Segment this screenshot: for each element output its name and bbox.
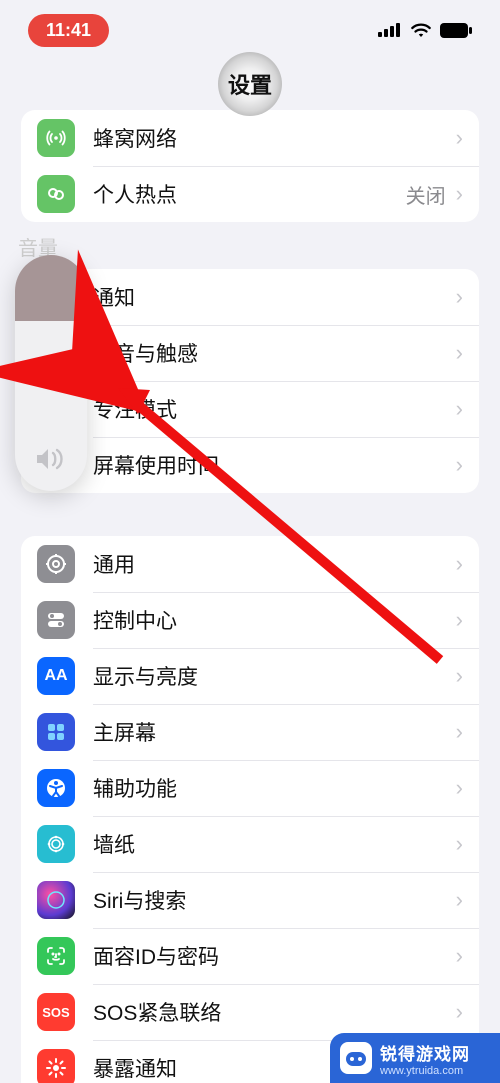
watermark-url: www.ytruida.com bbox=[380, 1065, 470, 1077]
volume-hud[interactable] bbox=[15, 255, 87, 491]
wifi-icon bbox=[410, 22, 432, 38]
chevron-right-icon: › bbox=[456, 452, 463, 478]
status-icons bbox=[378, 22, 472, 38]
row-sos[interactable]: SOS SOS紧急联络 › bbox=[21, 984, 479, 1040]
cellular-icon bbox=[37, 119, 75, 157]
row-screentime[interactable]: 屏幕使用时间 › bbox=[21, 437, 479, 493]
chevron-right-icon: › bbox=[456, 181, 463, 207]
chevron-right-icon: › bbox=[456, 284, 463, 310]
chevron-right-icon: › bbox=[456, 831, 463, 857]
battery-icon bbox=[440, 23, 472, 38]
row-cellular[interactable]: 蜂窝网络 › bbox=[21, 110, 479, 166]
row-label: 个人热点 bbox=[93, 179, 406, 209]
row-accessibility[interactable]: 辅助功能 › bbox=[21, 760, 479, 816]
row-label: 面容ID与密码 bbox=[93, 941, 452, 971]
row-label: 蜂窝网络 bbox=[93, 123, 452, 153]
hotspot-icon bbox=[37, 175, 75, 213]
chevron-right-icon: › bbox=[456, 719, 463, 745]
row-home-screen[interactable]: 主屏幕 › bbox=[21, 704, 479, 760]
exposure-icon bbox=[37, 1049, 75, 1083]
row-label: 显示与亮度 bbox=[93, 661, 452, 691]
row-label: 声音与触感 bbox=[93, 338, 452, 368]
settings-group-attention: 通知 › 声音与触感 › 专注模式 › 屏幕使用时间 › bbox=[21, 269, 479, 493]
row-hotspot[interactable]: 个人热点 关闭 › bbox=[21, 166, 479, 222]
row-wallpaper[interactable]: 墙纸 › bbox=[21, 816, 479, 872]
row-label: 主屏幕 bbox=[93, 717, 452, 747]
row-label: 通知 bbox=[93, 282, 452, 312]
volume-fill bbox=[15, 255, 87, 321]
chevron-right-icon: › bbox=[456, 775, 463, 801]
display-icon: AA bbox=[37, 657, 75, 695]
watermark: 锐得游戏网 www.ytruida.com bbox=[330, 1033, 500, 1083]
chevron-right-icon: › bbox=[456, 887, 463, 913]
row-focus[interactable]: 专注模式 › bbox=[21, 381, 479, 437]
control-center-icon bbox=[37, 601, 75, 639]
chevron-right-icon: › bbox=[456, 663, 463, 689]
page-title: 设置 bbox=[228, 68, 272, 100]
row-siri[interactable]: Siri与搜索 › bbox=[21, 872, 479, 928]
watermark-logo-icon bbox=[340, 1042, 372, 1074]
faceid-icon bbox=[37, 937, 75, 975]
watermark-title: 锐得游戏网 bbox=[380, 1040, 470, 1065]
settings-group-system: 通用 › 控制中心 › AA 显示与亮度 › 主屏幕 › 辅助功能 › 墙纸 › bbox=[21, 536, 479, 1083]
chevron-right-icon: › bbox=[456, 607, 463, 633]
wallpaper-icon bbox=[37, 825, 75, 863]
header: 设置 bbox=[0, 60, 500, 108]
row-label: 控制中心 bbox=[93, 605, 452, 635]
sos-icon: SOS bbox=[37, 993, 75, 1031]
chevron-right-icon: › bbox=[456, 999, 463, 1025]
chevron-right-icon: › bbox=[456, 396, 463, 422]
chevron-right-icon: › bbox=[456, 340, 463, 366]
row-label: 通用 bbox=[93, 549, 452, 579]
cellular-signal-icon bbox=[378, 23, 402, 37]
chevron-right-icon: › bbox=[456, 125, 463, 151]
general-icon bbox=[37, 545, 75, 583]
row-faceid[interactable]: 面容ID与密码 › bbox=[21, 928, 479, 984]
speaker-icon bbox=[34, 445, 68, 473]
row-label: SOS紧急联络 bbox=[93, 997, 452, 1027]
row-value: 关闭 bbox=[406, 180, 446, 209]
status-bar: 11:41 bbox=[0, 0, 500, 60]
home-screen-icon bbox=[37, 713, 75, 751]
row-label: 墙纸 bbox=[93, 829, 452, 859]
row-sounds[interactable]: 声音与触感 › bbox=[21, 325, 479, 381]
row-label: 辅助功能 bbox=[93, 773, 452, 803]
chevron-right-icon: › bbox=[456, 943, 463, 969]
chevron-right-icon: › bbox=[456, 551, 463, 577]
row-label: 专注模式 bbox=[93, 394, 452, 424]
row-control-center[interactable]: 控制中心 › bbox=[21, 592, 479, 648]
siri-icon bbox=[37, 881, 75, 919]
row-general[interactable]: 通用 › bbox=[21, 536, 479, 592]
accessibility-icon bbox=[37, 769, 75, 807]
settings-group-network: 蜂窝网络 › 个人热点 关闭 › bbox=[21, 110, 479, 222]
status-time-recording[interactable]: 11:41 bbox=[28, 14, 109, 47]
row-label: 屏幕使用时间 bbox=[93, 450, 452, 480]
row-notifications[interactable]: 通知 › bbox=[21, 269, 479, 325]
row-display[interactable]: AA 显示与亮度 › bbox=[21, 648, 479, 704]
row-label: Siri与搜索 bbox=[93, 885, 452, 915]
